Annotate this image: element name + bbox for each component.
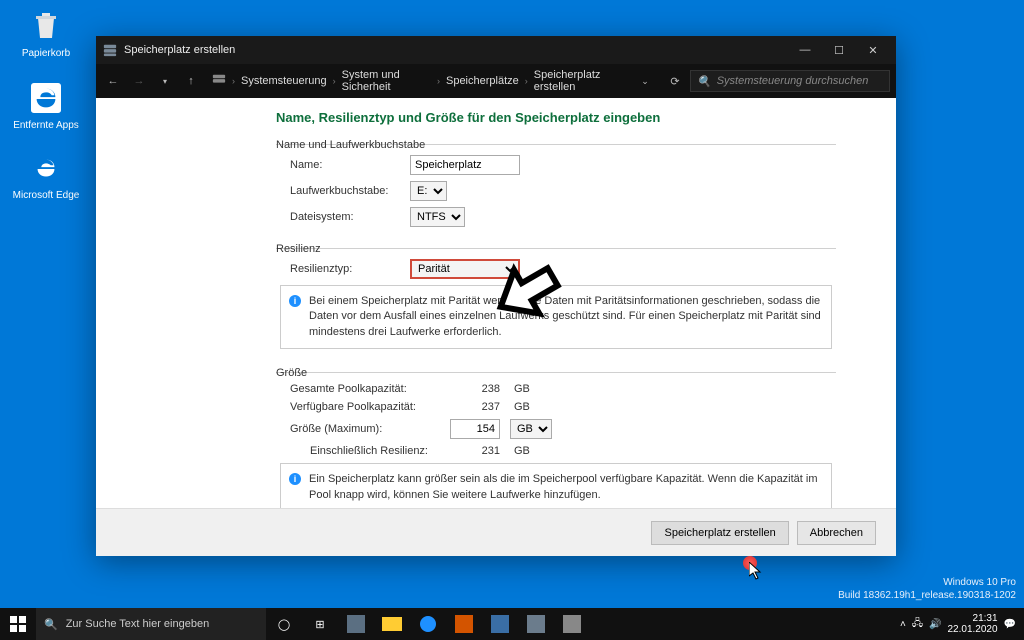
taskbar-app[interactable] bbox=[410, 608, 446, 640]
total-capacity-label: Gesamte Poolkapazität: bbox=[290, 383, 450, 395]
forward-button[interactable]: → bbox=[128, 70, 150, 92]
desktop-icon-remote-apps[interactable]: Entfernte Apps bbox=[10, 80, 82, 131]
volume-icon[interactable]: 🔊 bbox=[929, 619, 941, 630]
taskbar-app[interactable] bbox=[518, 608, 554, 640]
section-size: Größe Gesamte Poolkapazität: 238 GB Verf… bbox=[276, 367, 836, 508]
taskbar-app[interactable] bbox=[554, 608, 590, 640]
resiliency-type-label: Resilienztyp: bbox=[290, 263, 410, 275]
tray-chevron-icon[interactable]: ˄ bbox=[900, 619, 906, 630]
minimize-button[interactable]: — bbox=[788, 36, 822, 64]
taskbar-app[interactable] bbox=[374, 608, 410, 640]
size-max-input[interactable] bbox=[450, 419, 500, 439]
edge-icon bbox=[28, 150, 64, 186]
filesystem-select[interactable]: NTFS bbox=[410, 207, 465, 227]
start-button[interactable] bbox=[0, 608, 36, 640]
storage-spaces-icon bbox=[102, 42, 118, 58]
titlebar[interactable]: Speicherplatz erstellen — ☐ ✕ bbox=[96, 36, 896, 64]
taskbar[interactable]: 🔍 Zur Suche Text hier eingeben ◯ ⊞ ˄ 🖧 🔊… bbox=[0, 608, 1024, 640]
back-button[interactable]: ← bbox=[102, 70, 124, 92]
available-capacity-value: 237 bbox=[450, 401, 500, 413]
including-resiliency-value: 231 bbox=[450, 445, 500, 457]
taskbar-app[interactable] bbox=[446, 608, 482, 640]
recycle-bin-icon bbox=[28, 8, 64, 44]
network-icon[interactable]: 🖧 bbox=[912, 616, 923, 633]
including-resiliency-unit: GB bbox=[514, 445, 554, 457]
annotation-click-cursor bbox=[743, 556, 757, 570]
including-resiliency-label: Einschließlich Resilienz: bbox=[310, 445, 450, 457]
taskbar-app[interactable] bbox=[338, 608, 374, 640]
cancel-button[interactable]: Abbrechen bbox=[797, 521, 876, 545]
desktop-icon-recycle-bin[interactable]: Papierkorb bbox=[10, 8, 82, 59]
resiliency-info-box: i Bei einem Speicherplatz mit Parität we… bbox=[280, 285, 832, 349]
filesystem-label: Dateisystem: bbox=[290, 211, 410, 223]
drive-letter-select[interactable]: E: bbox=[410, 181, 447, 201]
taskbar-app[interactable] bbox=[482, 608, 518, 640]
taskbar-search-input[interactable]: 🔍 Zur Suche Text hier eingeben bbox=[36, 608, 266, 640]
desktop-icon-label: Microsoft Edge bbox=[10, 190, 82, 201]
search-icon: 🔍 bbox=[44, 618, 58, 631]
available-capacity-label: Verfügbare Poolkapazität: bbox=[290, 401, 450, 413]
maximize-button[interactable]: ☐ bbox=[822, 36, 856, 64]
desktop-icon-label: Entfernte Apps bbox=[10, 120, 82, 131]
taskbar-clock[interactable]: 21:31 22.01.2020 bbox=[947, 613, 997, 635]
info-icon: i bbox=[289, 295, 301, 307]
storage-spaces-icon bbox=[212, 73, 226, 90]
navbar: ← → ▾ ↑ › Systemsteuerung› System und Si… bbox=[96, 64, 896, 98]
up-button[interactable]: ↑ bbox=[180, 70, 202, 92]
page-title: Name, Resilienztyp und Größe für den Spe… bbox=[276, 110, 836, 125]
total-capacity-unit: GB bbox=[514, 383, 554, 395]
name-input[interactable] bbox=[410, 155, 520, 175]
size-info-box: i Ein Speicherplatz kann größer sein als… bbox=[280, 463, 832, 508]
chevron-down-icon[interactable]: ⌄ bbox=[636, 70, 654, 92]
resiliency-type-select[interactable]: Parität bbox=[410, 259, 520, 279]
system-tray[interactable]: ˄ 🖧 🔊 21:31 22.01.2020 💬 bbox=[892, 613, 1024, 635]
drive-letter-label: Laufwerkbuchstabe: bbox=[290, 185, 410, 197]
task-view-icon[interactable]: ⊞ bbox=[302, 608, 338, 640]
size-unit-select[interactable]: GB bbox=[510, 419, 552, 439]
windows-watermark: Windows 10 Pro Build 18362.19h1_release.… bbox=[838, 576, 1016, 602]
content-area: Name, Resilienztyp und Größe für den Spe… bbox=[96, 98, 896, 508]
desktop-icon-edge[interactable]: Microsoft Edge bbox=[10, 150, 82, 201]
edge-legacy-icon bbox=[28, 80, 64, 116]
desktop-icon-label: Papierkorb bbox=[10, 48, 82, 59]
total-capacity-value: 238 bbox=[450, 383, 500, 395]
search-icon: 🔍 bbox=[697, 75, 711, 88]
dialog-footer: Speicherplatz erstellen Abbrechen bbox=[96, 508, 896, 556]
available-capacity-unit: GB bbox=[514, 401, 554, 413]
cortana-icon[interactable]: ◯ bbox=[266, 608, 302, 640]
section-name-drive: Name und Laufwerkbuchstabe Name: Laufwer… bbox=[276, 139, 836, 233]
info-icon: i bbox=[289, 473, 301, 485]
refresh-button[interactable]: ⟳ bbox=[664, 70, 686, 92]
action-center-icon[interactable]: 💬 bbox=[1004, 619, 1016, 630]
size-max-label: Größe (Maximum): bbox=[290, 423, 450, 435]
close-button[interactable]: ✕ bbox=[856, 36, 890, 64]
name-label: Name: bbox=[290, 159, 410, 171]
search-input[interactable]: 🔍 Systemsteuerung durchsuchen bbox=[690, 70, 890, 92]
section-resiliency: Resilienz Resilienztyp: Parität i Bei ei… bbox=[276, 243, 836, 357]
breadcrumb[interactable]: › Systemsteuerung› System und Sicherheit… bbox=[212, 69, 654, 93]
recent-button[interactable]: ▾ bbox=[154, 70, 176, 92]
control-panel-window: Speicherplatz erstellen — ☐ ✕ ← → ▾ ↑ › … bbox=[96, 36, 896, 556]
create-storage-space-button[interactable]: Speicherplatz erstellen bbox=[651, 521, 788, 545]
window-title: Speicherplatz erstellen bbox=[124, 44, 235, 56]
